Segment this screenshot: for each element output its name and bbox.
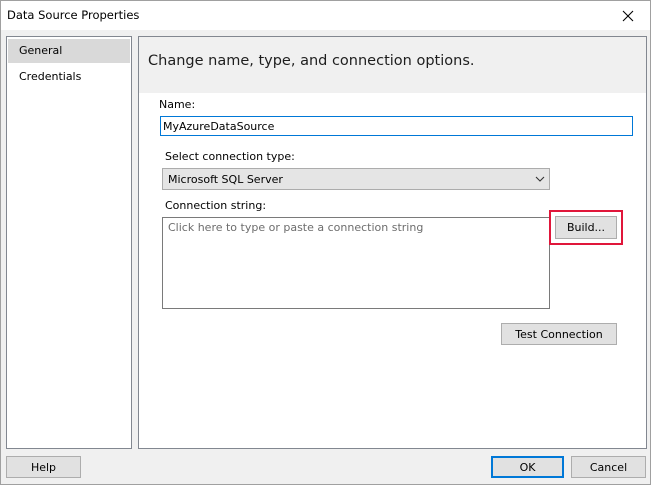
build-button[interactable]: Build... <box>555 216 617 239</box>
chevron-down-icon <box>535 176 545 182</box>
sidebar-item-credentials[interactable]: Credentials <box>8 65 130 89</box>
page-title: Change name, type, and connection option… <box>148 53 475 69</box>
title-bar: Data Source Properties <box>1 1 650 30</box>
connection-type-select[interactable]: Microsoft SQL Server <box>162 168 550 190</box>
panel-body: Name: Select connection type: Microsoft … <box>139 93 646 448</box>
connection-string-input[interactable] <box>162 217 550 309</box>
panel-header: Change name, type, and connection option… <box>139 37 646 93</box>
name-label: Name: <box>159 98 196 111</box>
window-title: Data Source Properties <box>7 8 140 22</box>
connection-string-label: Connection string: <box>165 199 267 212</box>
connection-type-value: Microsoft SQL Server <box>168 173 283 186</box>
sidebar-item-general[interactable]: General <box>8 39 130 63</box>
close-icon <box>622 10 634 21</box>
cancel-button[interactable]: Cancel <box>571 456 646 478</box>
help-button[interactable]: Help <box>6 456 81 478</box>
connection-type-label: Select connection type: <box>165 150 295 163</box>
name-input[interactable] <box>160 116 633 136</box>
close-button[interactable] <box>606 1 650 30</box>
main-panel: Change name, type, and connection option… <box>138 36 647 449</box>
dialog-window: Data Source Properties General Credentia… <box>0 0 651 485</box>
test-connection-button[interactable]: Test Connection <box>501 323 617 345</box>
ok-button[interactable]: OK <box>491 456 564 478</box>
sidebar: General Credentials <box>6 36 132 449</box>
